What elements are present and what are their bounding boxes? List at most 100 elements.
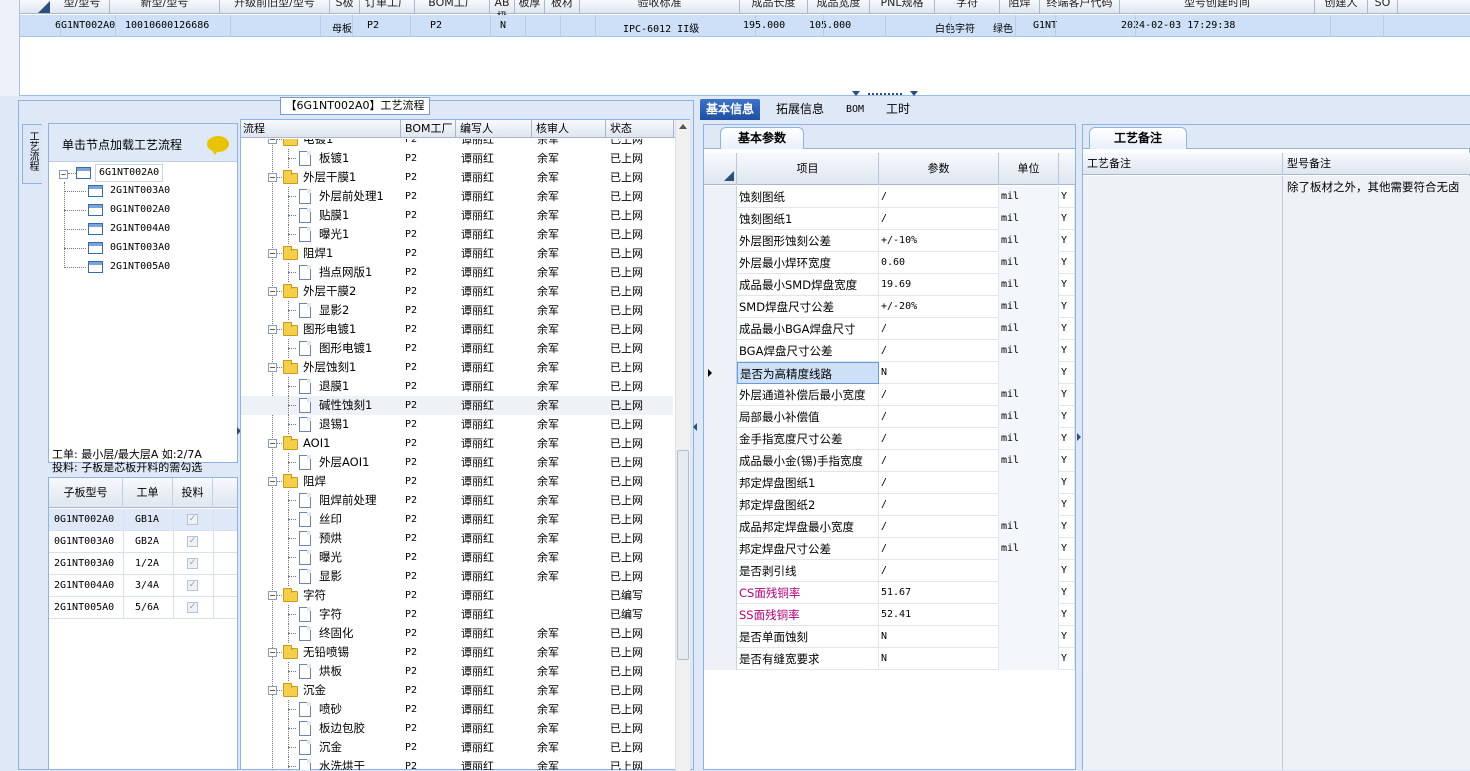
param-row[interactable]: 外层图形蚀刻公差 +/-10% mil Y [704,230,1075,252]
feed-checkbox[interactable]: ✓ [187,558,198,569]
param-value[interactable]: 52.41 [879,604,999,626]
param-row[interactable]: 外层最小焊环宽度 0.60 mil Y [704,252,1075,274]
feed-checkbox[interactable]: ✓ [187,536,198,547]
param-value[interactable]: / [879,428,999,450]
col-header-1[interactable]: 新型/型号 [110,0,220,14]
tab-bom[interactable]: BOM [840,99,870,120]
process-row[interactable]: 喷砂 P2 谭丽红 余军 已上网 [241,700,673,719]
col-header-3[interactable]: S极 [330,0,360,14]
feed-checkbox[interactable]: ✓ [187,580,198,591]
col-header-18[interactable]: SO [1368,0,1398,14]
process-row[interactable]: 预烘 P2 谭丽红 余军 已上网 [241,529,673,548]
param-row[interactable]: 成品邦定焊盘最小宽度 / mil Y [704,516,1075,538]
param-value[interactable]: / [879,406,999,428]
process-row[interactable]: − 图形电镀1 P2 谭丽红 余军 已上网 [241,320,673,339]
col-header-7[interactable]: 板厚 [515,0,545,14]
model-grid-row[interactable]: 6G1NT002A0 10010600126686 母板 P2 P2 N IPC-6012 … [20,15,1470,37]
expand-toggle-icon[interactable]: − [268,249,277,258]
col-header-9[interactable]: 验收标准 [580,0,740,14]
param-value[interactable]: / [879,516,999,538]
param-row[interactable]: 邦定焊盘尺寸公差 / mil Y [704,538,1075,560]
process-row[interactable]: 贴膜1 P2 谭丽红 余军 已上网 [241,206,673,225]
param-value[interactable]: / [879,494,999,516]
process-row[interactable]: 烘板 P2 谭丽红 余军 已上网 [241,662,673,681]
subboard-row[interactable]: 0G1NT002A0 GB1A ✓ [49,509,237,531]
col-param[interactable]: 参数 [879,153,999,185]
param-value[interactable]: +/-10% [879,230,999,252]
process-row[interactable]: − AOI1 P2 谭丽红 余军 已上网 [241,434,673,453]
param-value[interactable]: / [879,560,999,582]
param-row[interactable]: 外层通道补偿后最小宽度 / mil Y [704,384,1075,406]
param-row[interactable]: SS面残铜率 52.41 Y [704,604,1075,626]
col-header-6[interactable]: AB极 [490,0,515,23]
param-value[interactable]: +/-20% [879,296,999,318]
param-value[interactable]: 19.69 [879,274,999,296]
col-feed[interactable]: 投料 [173,478,213,508]
col-header-4[interactable]: 订单工厂 [360,0,415,14]
process-row[interactable]: − 外层蚀刻1 P2 谭丽红 余军 已上网 [241,358,673,377]
tree-node-child[interactable]: 2G1NT005A0 [64,258,234,276]
expand-toggle-icon[interactable]: − [268,591,277,600]
param-value[interactable]: / [879,538,999,560]
process-row[interactable]: 终固化 P2 谭丽红 余军 已上网 [241,624,673,643]
param-value[interactable]: / [879,340,999,362]
tab-extended-info[interactable]: 拓展信息 [770,99,830,120]
param-row[interactable]: 蚀刻图纸1/mil Y [704,208,1075,230]
process-row[interactable]: − 外层干膜1 P2 谭丽红 余军 已上网 [241,168,673,187]
expand-toggle-icon[interactable]: − [268,173,277,182]
tab-basic-info[interactable]: 基本信息 [700,99,761,120]
param-value[interactable]: / [879,318,999,340]
col-header-15[interactable]: 终端客户代码 [1040,0,1120,14]
process-row[interactable]: − 外层干膜2 P2 谭丽红 余军 已上网 [241,282,673,301]
expand-toggle-icon[interactable]: − [268,139,277,144]
process-row[interactable]: 字符 P2 谭丽红 已编写 [241,605,673,624]
col-model-remark[interactable]: 型号备注 [1283,153,1470,175]
param-value[interactable]: / [879,384,999,406]
process-row[interactable]: 丝印 P2 谭丽红 余军 已上网 [241,510,673,529]
col-header-10[interactable]: 成品长度 [740,0,808,14]
model-remark-textarea[interactable]: 除了板材之外，其他需要符合无卤 [1283,176,1470,770]
param-row[interactable]: 成品最小SMD焊盘宽度 19.69 mil Y [704,274,1075,296]
col-header-8[interactable]: 板材 [545,0,580,14]
param-value[interactable]: / [879,472,999,494]
expand-toggle-icon[interactable]: − [268,477,277,486]
subboard-row[interactable]: 2G1NT003A0 1/2A ✓ [49,553,237,575]
tree-node-child[interactable]: 0G1NT002A0 [64,201,234,219]
process-row[interactable]: 挡点网版1 P2 谭丽红 余军 已上网 [241,263,673,282]
col-order[interactable]: 工单 [123,478,173,508]
process-row[interactable]: 外层前处理1 P2 谭丽红 余军 已上网 [241,187,673,206]
col-header-5[interactable]: BOM工厂 [415,0,490,14]
col-header-0[interactable]: 型/型号 [55,0,110,14]
param-row[interactable]: BGA焊盘尺寸公差 / mil Y [704,340,1075,362]
param-value[interactable]: / [879,208,999,230]
param-value[interactable]: N [879,648,999,670]
col-header-14[interactable]: 阻焊 [1000,0,1040,14]
expand-toggle-icon[interactable]: − [268,686,277,695]
process-row[interactable]: 退膜1 P2 谭丽红 余军 已上网 [241,377,673,396]
tab-work-hours[interactable]: 工时 [880,99,916,120]
param-row[interactable]: 邦定焊盘图纸1/ Y [704,472,1075,494]
param-row[interactable]: 蚀刻图纸 / mil Y [704,186,1075,208]
subboard-row[interactable]: 2G1NT004A0 3/4A ✓ [49,575,237,597]
speech-bubble-icon[interactable] [207,136,229,155]
param-value[interactable]: / [879,450,999,472]
expand-toggle-icon[interactable]: − [268,439,277,448]
col-header-16[interactable]: 型号创建时间 [1120,0,1315,14]
col-bom-factory[interactable]: BOM工厂 [401,120,456,138]
vertical-splitter-grip-icon[interactable] [692,420,698,434]
process-row[interactable]: 显影2 P2 谭丽红 余军 已上网 [241,301,673,320]
param-row[interactable]: 是否有缝宽要求 N Y [704,648,1075,670]
process-row[interactable]: 曝光1 P2 谭丽红 余军 已上网 [241,225,673,244]
process-row[interactable]: 退锡1 P2 谭丽红 余军 已上网 [241,415,673,434]
feed-checkbox[interactable]: ✓ [187,514,198,525]
scroll-thumb[interactable] [677,450,689,660]
tree-node-root[interactable]: − 6G1NT002A0 [59,164,229,182]
tree-node-child[interactable]: 0G1NT003A0 [64,239,234,257]
process-row[interactable]: 阻焊前处理 P2 谭丽红 余军 已上网 [241,491,673,510]
process-row[interactable]: − 沉金 P2 谭丽红 余军 已上网 [241,681,673,700]
col-header-12[interactable]: PNL规格 [870,0,935,14]
tree-node-child[interactable]: 2G1NT004A0 [64,220,234,238]
param-value[interactable]: / [879,186,999,208]
col-checker[interactable]: 核审人 [532,120,606,138]
col-header-11[interactable]: 成品宽度 [808,0,870,14]
